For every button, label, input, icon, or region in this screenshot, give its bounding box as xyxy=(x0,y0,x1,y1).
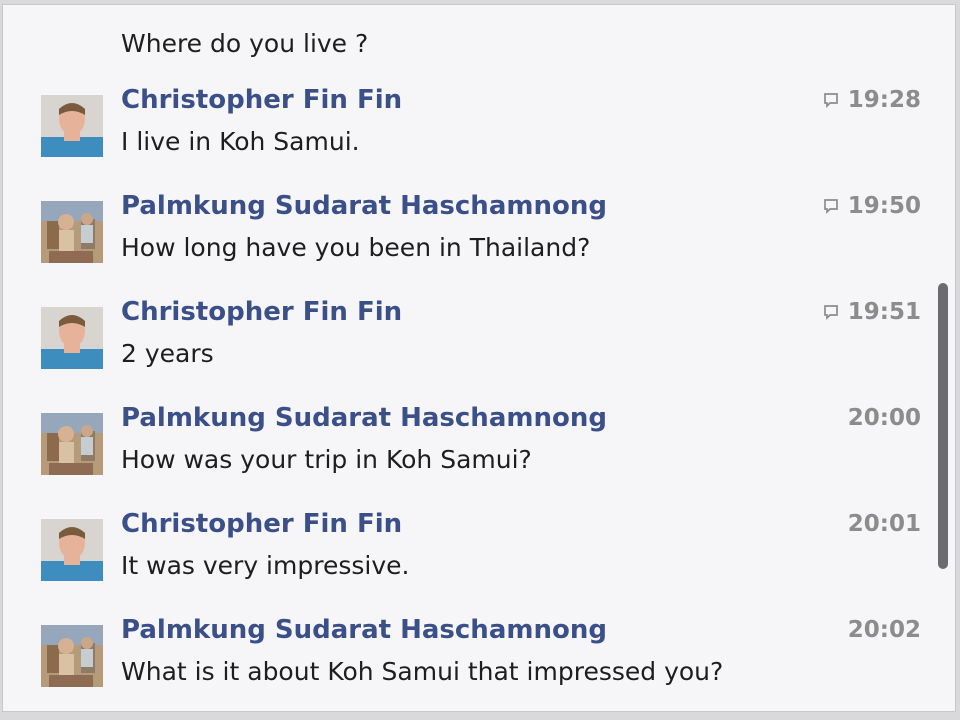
time-label: 19:51 xyxy=(847,299,921,325)
message-row: Christopher Fin Fin 2 years 19:51 xyxy=(3,289,933,389)
sender-name[interactable]: Palmkung Sudarat Haschamnong xyxy=(121,191,607,221)
message-time: 19:51 xyxy=(822,299,921,325)
avatar[interactable] xyxy=(41,625,103,687)
avatar[interactable] xyxy=(41,413,103,475)
message-text: 2 years xyxy=(121,339,214,368)
comment-bubble-icon[interactable] xyxy=(822,91,840,109)
message-text: It was very impressive. xyxy=(121,551,410,580)
message-row: Christopher Fin Fin I live in Koh Samui.… xyxy=(3,77,933,177)
message-row: Palmkung Sudarat Haschamnong How was you… xyxy=(3,395,933,495)
time-label: 20:02 xyxy=(847,617,921,643)
message-row: Christopher Fin Fin It was very impressi… xyxy=(3,501,933,601)
message-text: Where do you live ? xyxy=(121,29,369,58)
message-text: What is it about Koh Samui that impresse… xyxy=(121,657,724,686)
avatar[interactable] xyxy=(41,201,103,263)
sender-name[interactable]: Christopher Fin Fin xyxy=(121,509,402,539)
message-text: I live in Koh Samui. xyxy=(121,127,360,156)
comment-bubble-icon[interactable] xyxy=(822,303,840,321)
message-time: 19:28 xyxy=(822,87,921,113)
message-row: Palmkung Sudarat Haschamnong How long ha… xyxy=(3,183,933,283)
time-label: 20:00 xyxy=(847,405,921,431)
scrollbar-track[interactable] xyxy=(934,5,950,711)
scrollbar-thumb[interactable] xyxy=(938,283,948,569)
avatar[interactable] xyxy=(41,519,103,581)
message-row: Palmkung Sudarat Haschamnong What is it … xyxy=(3,607,933,707)
sender-name[interactable]: Palmkung Sudarat Haschamnong xyxy=(121,403,607,433)
message-time: 20:02 xyxy=(848,617,921,643)
sender-name[interactable]: Christopher Fin Fin xyxy=(121,85,402,115)
sender-name[interactable]: Christopher Fin Fin xyxy=(121,297,402,327)
message-text: How long have you been in Thailand? xyxy=(121,233,591,262)
message-time: 20:01 xyxy=(848,511,921,537)
message-time: 20:00 xyxy=(848,405,921,431)
avatar[interactable] xyxy=(41,307,103,369)
message-text: How was your trip in Koh Samui? xyxy=(121,445,532,474)
avatar[interactable] xyxy=(41,95,103,157)
time-label: 19:50 xyxy=(847,193,921,219)
chat-panel: Where do you live ? Christopher Fin Fin … xyxy=(2,4,956,712)
message-time: 19:50 xyxy=(822,193,921,219)
time-label: 19:28 xyxy=(847,87,921,113)
comment-bubble-icon[interactable] xyxy=(822,197,840,215)
sender-name[interactable]: Palmkung Sudarat Haschamnong xyxy=(121,615,607,645)
time-label: 20:01 xyxy=(847,511,921,537)
